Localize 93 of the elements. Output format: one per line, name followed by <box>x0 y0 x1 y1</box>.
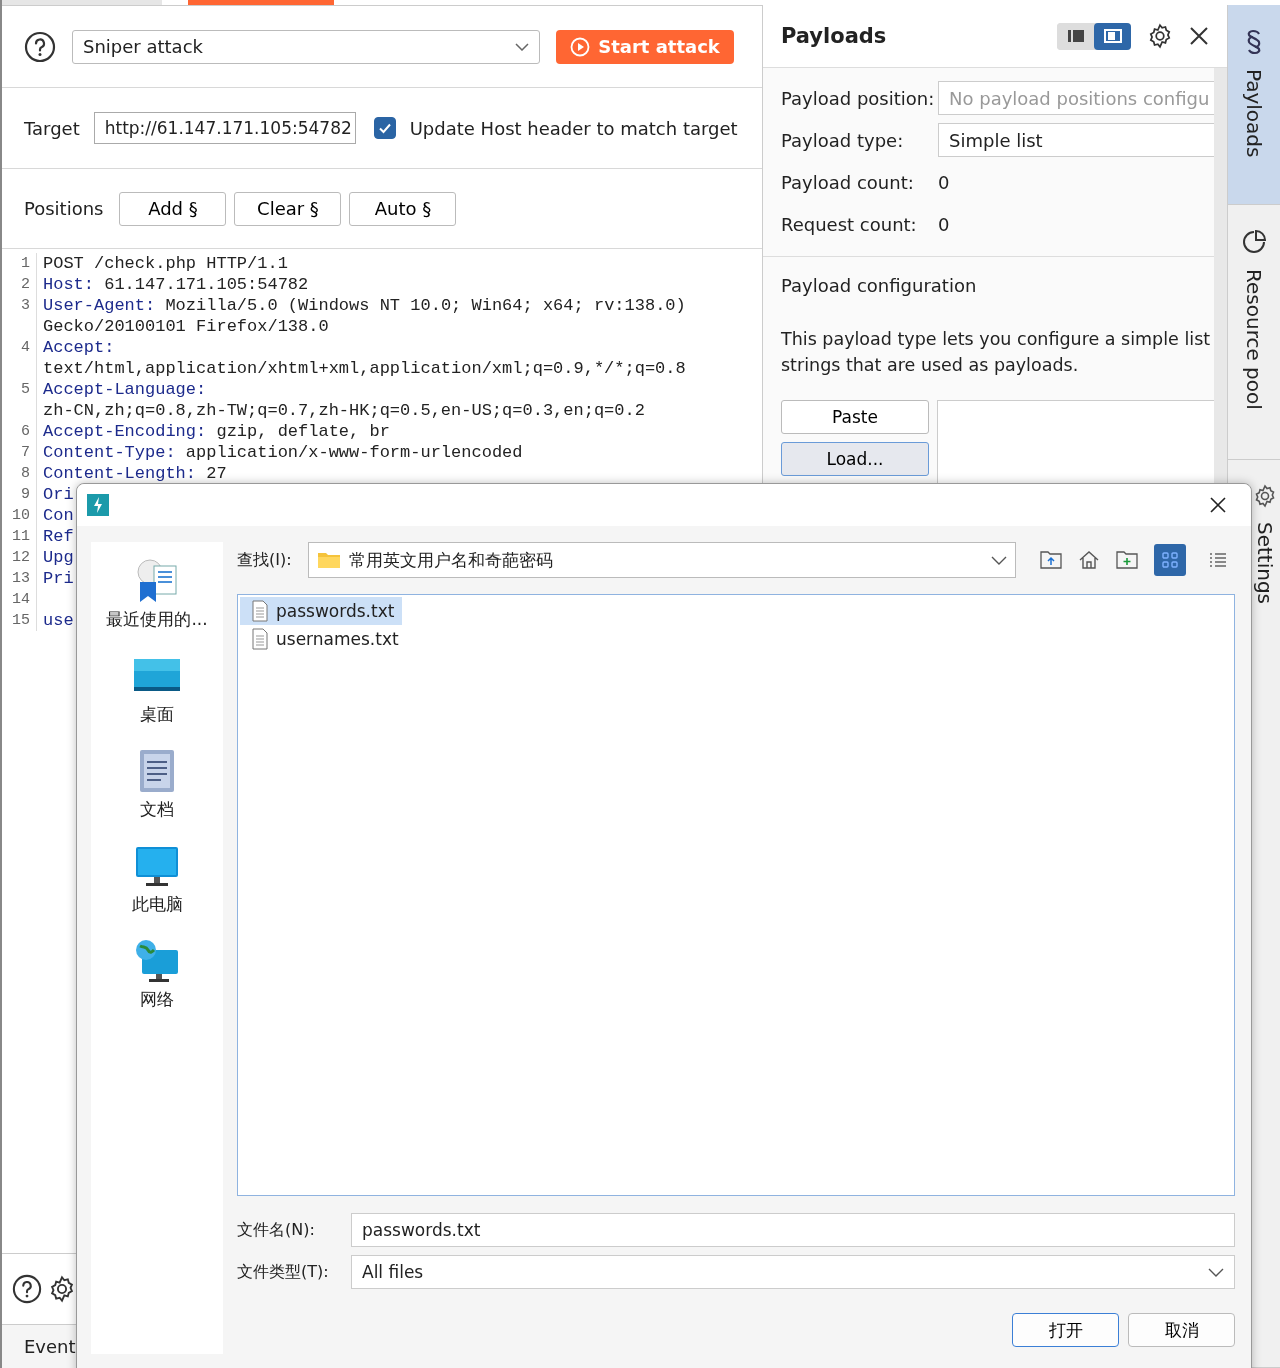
place-item[interactable]: 网络 <box>132 938 182 1011</box>
code-line: use <box>42 610 74 631</box>
panel-layout-button[interactable] <box>1094 22 1131 50</box>
grid-icon <box>1159 550 1180 570</box>
count-value: 0 <box>938 171 950 193</box>
place-item[interactable]: 桌面 <box>132 653 182 726</box>
line-number: 8 <box>2 463 37 484</box>
field-label: Request count: <box>781 213 918 235</box>
position-button[interactable]: Clear § <box>234 191 342 226</box>
settings-icon[interactable] <box>48 1275 76 1303</box>
look-in-label: 查找(I): <box>237 549 292 571</box>
sidebar-layout-icon <box>1066 29 1085 43</box>
positions-label: Positions <box>24 198 104 219</box>
line-number: 7 <box>2 442 37 463</box>
line-number: 3 <box>2 295 37 337</box>
position-button[interactable]: Add § <box>119 191 227 226</box>
file-item[interactable]: usernames.txt <box>240 625 407 653</box>
checkbox-label: Update Host header to match target <box>409 117 738 139</box>
file-item[interactable]: passwords.txt <box>240 597 403 625</box>
line-number: 13 <box>2 568 37 589</box>
line-number: 11 <box>2 526 37 547</box>
new-folder-icon[interactable] <box>1115 550 1138 570</box>
file-name-label: 文件名(N): <box>237 1219 316 1241</box>
code-line: Content-Length: 27 <box>42 463 227 484</box>
home-icon[interactable] <box>1077 550 1100 570</box>
target-label: Target <box>24 117 80 139</box>
help-icon[interactable] <box>12 1274 42 1304</box>
description-text: This payload type lets you configure a simple list strings that are used as payloads. <box>781 328 1212 377</box>
checkbox[interactable] <box>373 117 396 139</box>
folder-up-icon[interactable] <box>1039 550 1062 570</box>
list-icon <box>1207 550 1228 570</box>
panel-title: Payloads <box>781 24 888 48</box>
code-line: Ref <box>42 526 74 547</box>
code-line: Accept-Encoding: gzip, deflate, br <box>42 421 390 442</box>
line-number: 14 <box>2 589 37 610</box>
side-tab[interactable]: Payloads <box>1228 5 1280 205</box>
icon-view-button[interactable] <box>1153 544 1186 576</box>
line-number: 5 <box>2 379 37 421</box>
paste-button[interactable]: Paste <box>781 400 929 434</box>
count-value: 0 <box>938 213 950 235</box>
close-icon[interactable] <box>1189 26 1209 46</box>
attack-type-dropdown[interactable]: Sniper attack <box>72 29 540 64</box>
settings-icon <box>1253 484 1277 508</box>
place-item[interactable]: 最近使用的... <box>106 558 208 631</box>
field-label: Payload type: <box>781 129 905 151</box>
folder-dropdown[interactable]: 常用英文用户名和奇葩密码 <box>307 542 1016 578</box>
line-number: 12 <box>2 547 37 568</box>
position-button[interactable]: Auto § <box>349 191 457 226</box>
field-label: Payload count: <box>781 171 915 193</box>
code-line: POST /check.php HTTP/1.1 <box>42 253 288 274</box>
line-number: 1 <box>2 253 37 274</box>
line-number: 6 <box>2 421 37 442</box>
panel-layout-icon <box>1103 29 1122 43</box>
line-number: 10 <box>2 505 37 526</box>
code-line: Con <box>42 505 74 526</box>
target-field[interactable]: http://61.147.171.105:54782 <box>93 112 356 144</box>
line-number: 9 <box>2 484 37 505</box>
code-line: Ori <box>42 484 74 505</box>
line-number: 4 <box>2 337 37 379</box>
chevron-down-icon <box>515 42 529 51</box>
side-tab[interactable]: Resource pool <box>1228 205 1280 460</box>
code-line: Upg <box>42 547 74 568</box>
code-line: Accept: text/html,application/xhtml+xml,application/xml;q=0.9,*/*;q=0.8 <box>42 337 687 379</box>
open-button[interactable]: 打开 <box>1012 1313 1119 1347</box>
text-file-icon <box>252 600 268 622</box>
app-icon <box>87 494 109 516</box>
place-item[interactable]: 文档 <box>132 748 182 821</box>
pie-chart-icon <box>1241 229 1267 255</box>
payload-type-dropdown[interactable]: Simple list <box>938 123 1214 157</box>
chevron-down-icon <box>1208 1267 1224 1277</box>
place-item[interactable]: 此电脑 <box>131 843 183 916</box>
load-button[interactable]: Load... <box>781 442 929 476</box>
event-tab[interactable]: Event <box>24 1336 76 1357</box>
play-icon <box>570 36 591 57</box>
help-icon[interactable] <box>24 30 56 63</box>
code-line: Pri <box>42 568 74 589</box>
file-type-label: 文件类型(T): <box>237 1261 330 1283</box>
text-file-icon <box>252 628 268 650</box>
code-line: User-Agent: Mozilla/5.0 (Windows NT 10.0; Win64; x64; rv:138.0) Gecko/20100101 Firefox/138.0 <box>42 295 687 337</box>
cancel-button[interactable]: 取消 <box>1128 1313 1235 1347</box>
section-title: Payload configuration <box>781 275 978 296</box>
folder-icon <box>316 551 341 569</box>
close-icon[interactable] <box>1209 496 1227 514</box>
file-list[interactable]: passwords.txt usernames.txt <box>237 594 1235 1196</box>
line-number: 2 <box>2 274 37 295</box>
code-line: Content-Type: application/x-www-form-urlencoded <box>42 442 523 463</box>
line-number: 15 <box>2 610 37 631</box>
code-line: Host: 61.147.171.105:54782 <box>42 274 309 295</box>
field-label: Payload position: <box>781 87 936 109</box>
chevron-down-icon <box>990 555 1007 565</box>
file-type-dropdown[interactable]: All files <box>351 1255 1235 1289</box>
settings-icon[interactable] <box>1147 23 1173 49</box>
file-name-field[interactable]: passwords.txt <box>351 1213 1235 1247</box>
